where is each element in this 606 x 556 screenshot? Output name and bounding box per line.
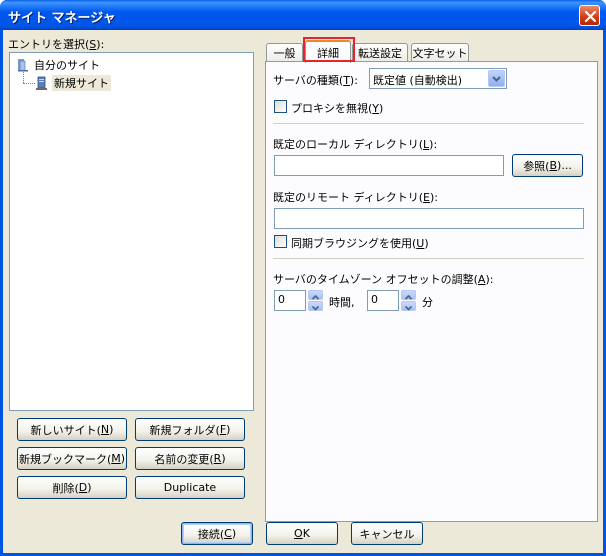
new-folder-button[interactable]: 新規フォルダ(F) [135,418,245,441]
spin-down-button[interactable] [401,301,416,311]
server-icon [36,76,47,90]
bypass-proxy-label: プロキシを無視(Y) [291,102,384,115]
connect-button[interactable]: 接続(C) [181,522,253,545]
browse-button[interactable]: 参照(B)... [512,154,583,177]
select-entry-label: エントリを選択(S): [8,38,105,51]
new-site-button[interactable]: 新しいサイト(N) [17,418,127,441]
remote-dir-label: 既定のリモート ディレクトリ(E): [273,191,438,204]
timezone-offset-label: サーバのタイムゾーン オフセットの調整(A): [273,273,494,286]
chevron-down-icon [492,76,501,82]
separator [273,123,584,125]
tab-highlight-box [303,37,355,62]
sync-browsing-label: 同期ブラウジングを使用(U) [291,237,429,250]
spin-up-button[interactable] [308,290,323,300]
tree-item-my-sites[interactable]: 自分のサイト [16,56,100,74]
arrow-up-icon [404,294,413,300]
close-button[interactable] [579,5,600,26]
local-dir-label: 既定のローカル ディレクトリ(L): [273,138,438,151]
server-type-label: サーバの種類(T): [273,74,358,87]
tab-charset[interactable]: 文字セット [411,43,469,62]
minutes-spinner[interactable] [401,290,416,311]
hours-spinner[interactable] [308,290,323,311]
arrow-down-icon [404,305,413,311]
site-tree[interactable]: 自分のサイト 新規サイト [9,52,254,411]
arrow-down-icon [311,305,320,311]
tab-transfer-settings[interactable]: 転送設定 [352,43,408,62]
close-icon [584,10,597,23]
rename-button[interactable]: 名前の変更(R) [135,447,245,470]
tab-general[interactable]: 一般 [266,43,303,62]
cancel-button[interactable]: キャンセル [351,522,423,545]
local-dir-input[interactable] [274,155,504,176]
new-bookmark-button[interactable]: 新規ブックマーク(M) [17,447,127,470]
window-title: サイト マネージャ [8,11,116,26]
duplicate-button[interactable]: Duplicate [135,476,245,499]
arrow-up-icon [311,294,320,300]
remote-dir-input[interactable] [274,208,584,229]
sync-browsing-checkbox[interactable] [274,235,287,248]
spin-down-button[interactable] [308,301,323,311]
folder-icon [18,59,28,72]
dropdown-button[interactable] [488,70,505,87]
minutes-offset-input[interactable]: 0 [367,290,399,311]
spin-up-button[interactable] [401,290,416,300]
server-type-select[interactable]: 既定値 (自動検出) [369,68,507,89]
hours-offset-input[interactable]: 0 [274,290,306,311]
bypass-proxy-checkbox[interactable] [274,100,287,113]
ok-button[interactable]: OK [266,522,338,545]
site-manager-window: サイト マネージャ エントリを選択(S): 自分のサイト 新規サイト 新しいサイ… [0,0,606,556]
hours-label: 時間, [329,296,355,309]
server-type-value: 既定値 (自動検出) [373,74,463,87]
dialog-body: エントリを選択(S): 自分のサイト 新規サイト 新しいサイト(N) 新規フ… [3,30,603,553]
separator [273,258,584,260]
tree-item-new-site[interactable]: 新規サイト [34,74,111,92]
delete-button[interactable]: 削除(D) [17,476,127,499]
minutes-label: 分 [422,296,433,309]
tree-item-label: 自分のサイト [34,59,100,72]
tree-item-label: 新規サイト [52,75,111,91]
advanced-panel: サーバの種類(T): 既定値 (自動検出) プロキシを無視(Y) 既定のローカル… [265,61,598,522]
title-bar[interactable]: サイト マネージャ [0,0,606,30]
